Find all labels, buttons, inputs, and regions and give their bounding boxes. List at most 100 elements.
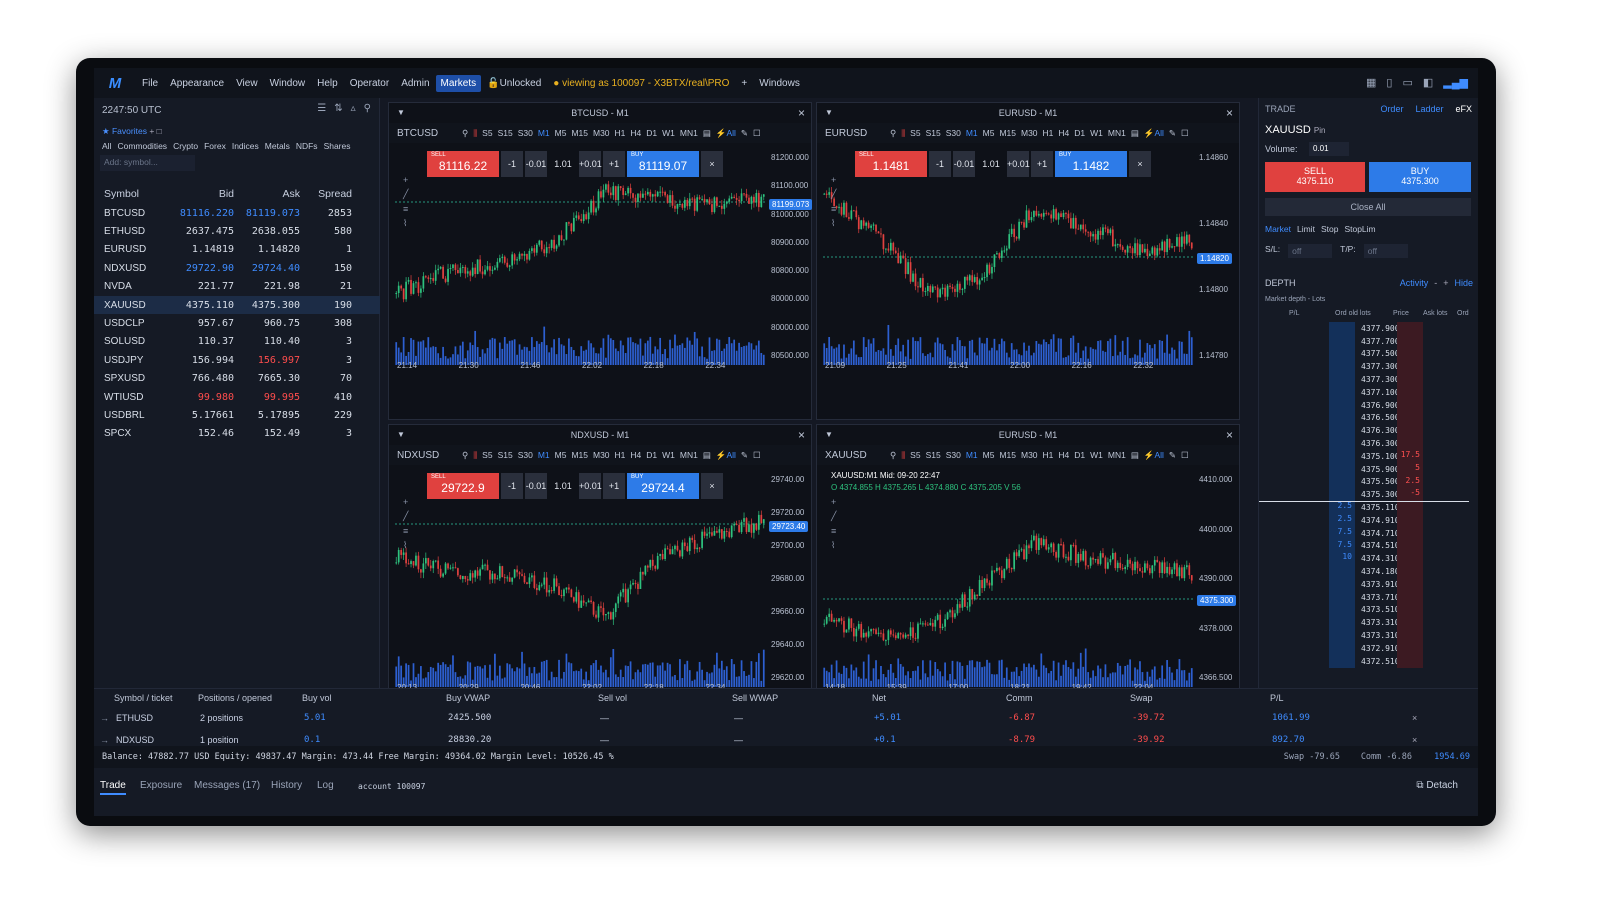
depth-row[interactable]: 4375.100 17.5 xyxy=(1259,449,1478,463)
positions-col-header[interactable]: Comm xyxy=(1006,693,1033,703)
all-toggle[interactable]: ⚡All xyxy=(1144,128,1164,139)
timeframe-h1[interactable]: H1 xyxy=(615,128,626,138)
depth-row[interactable]: 2.5 4375.110 xyxy=(1259,501,1478,514)
search-icon[interactable]: ⚲ xyxy=(462,128,468,139)
timeframe-d1[interactable]: D1 xyxy=(1074,128,1085,138)
menu-operator[interactable]: Operator xyxy=(344,78,395,89)
grid-layout-icon[interactable]: ▦ xyxy=(1366,76,1376,89)
depth-ask-cell[interactable] xyxy=(1397,654,1423,668)
depth-row[interactable]: 4372.910 xyxy=(1259,641,1478,655)
timeframe-s5[interactable]: S5 xyxy=(482,450,492,460)
fib-tool-icon[interactable]: ⌇ xyxy=(403,218,408,229)
timeframe-m30[interactable]: M30 xyxy=(593,450,610,460)
search-icon[interactable]: ⚲ xyxy=(364,103,371,114)
depth-ask-cell[interactable] xyxy=(1397,552,1423,566)
timeframe-h4[interactable]: H4 xyxy=(1058,128,1069,138)
depth-row[interactable]: 4376.900 xyxy=(1259,398,1478,412)
monitor-icon[interactable]: ▭ xyxy=(1402,76,1412,89)
positions-col-header[interactable]: Swap xyxy=(1130,693,1153,703)
cat-metals[interactable]: Metals xyxy=(265,141,290,151)
sort-icon[interactable]: ⇅ xyxy=(334,103,342,114)
timeframe-m1[interactable]: M1 xyxy=(538,450,550,460)
timeframe-h4[interactable]: H4 xyxy=(630,128,641,138)
watchlist-row[interactable]: USDJPY 156.994 156.997 3 xyxy=(94,351,380,369)
volume-input[interactable]: 0.01 xyxy=(1309,142,1349,156)
positions-col-header[interactable]: Buy vol xyxy=(302,693,332,703)
col-bid[interactable]: Bid xyxy=(166,188,234,200)
depth-row[interactable]: 7.5 4374.710 xyxy=(1259,526,1478,540)
watchlist-row[interactable]: EURUSD 1.14819 1.14820 1 xyxy=(94,241,380,259)
timeframe-m30[interactable]: M30 xyxy=(1021,128,1038,138)
watchlist-row[interactable]: XAUUSD 4375.110 4375.300 190 xyxy=(94,295,380,315)
position-symbol[interactable]: ETHUSD xyxy=(116,713,153,723)
calendar-icon[interactable]: ▤ xyxy=(703,450,711,461)
maximize-icon[interactable]: ☐ xyxy=(753,128,761,139)
depth-row[interactable]: 4376.300 xyxy=(1259,437,1478,450)
add-symbol-input[interactable]: Add: symbol... xyxy=(100,155,195,171)
depth-ask-cell[interactable]: 5 xyxy=(1397,462,1423,476)
tab-trade[interactable]: Trade xyxy=(100,780,126,795)
timeframe-s15[interactable]: S15 xyxy=(926,128,941,138)
depth-row[interactable]: 4376.300 xyxy=(1259,424,1478,438)
collapse-icon[interactable]: ▼ xyxy=(397,425,405,445)
timeframe-s30[interactable]: S30 xyxy=(946,450,961,460)
close-icon[interactable]: × xyxy=(1226,103,1233,123)
line-tool-icon[interactable]: ╱ xyxy=(831,189,836,200)
depth-ask-cell[interactable] xyxy=(1397,577,1423,591)
sl-input[interactable]: off xyxy=(1288,244,1333,258)
depth-bid-cell[interactable] xyxy=(1329,629,1355,642)
watchlist-row[interactable]: SOLUSD 110.37 110.40 3 xyxy=(94,333,380,351)
close-all-button[interactable]: Close All xyxy=(1265,198,1471,216)
hline-tool-icon[interactable]: ≡ xyxy=(403,204,408,214)
timeframe-m1[interactable]: M1 xyxy=(966,450,978,460)
depth-row[interactable]: 4377.300 xyxy=(1259,373,1478,386)
timeframe-w1[interactable]: W1 xyxy=(662,450,675,460)
menu-window[interactable]: Window xyxy=(264,78,312,89)
tab-exposure[interactable]: Exposure xyxy=(140,780,182,791)
window-icon[interactable]: □ xyxy=(157,126,162,136)
collapse-icon[interactable]: ▼ xyxy=(397,103,405,123)
tab-ladder[interactable]: Ladder xyxy=(1415,104,1443,114)
timeframe-s15[interactable]: S15 xyxy=(926,450,941,460)
depth-bid-cell[interactable]: 10 xyxy=(1329,552,1355,566)
positions-col-header[interactable]: Positions / opened xyxy=(198,693,272,703)
maximize-icon[interactable]: ☐ xyxy=(1181,128,1189,139)
favorites-tab[interactable]: ★ Favorites + □ xyxy=(102,126,162,137)
timeframe-d1[interactable]: D1 xyxy=(646,128,657,138)
timeframe-d1[interactable]: D1 xyxy=(646,450,657,460)
depth-row[interactable]: 4373.310 xyxy=(1259,616,1478,630)
maximize-icon[interactable]: ☐ xyxy=(1181,450,1189,461)
candlestick-chart[interactable] xyxy=(395,469,765,691)
depth-bid-cell[interactable]: 7.5 xyxy=(1329,539,1355,553)
search-icon[interactable]: ⚲ xyxy=(890,450,896,461)
depth-ask-cell[interactable] xyxy=(1397,424,1423,438)
timeframe-s30[interactable]: S30 xyxy=(518,450,533,460)
timeframe-mn1[interactable]: MN1 xyxy=(680,128,698,138)
timeframe-h1[interactable]: H1 xyxy=(1043,128,1054,138)
depth-row[interactable]: 4375.900 5 xyxy=(1259,462,1478,476)
menu-admin[interactable]: Admin xyxy=(395,78,435,89)
depth-row[interactable]: 4376.500 xyxy=(1259,411,1478,425)
timeframe-m5[interactable]: M5 xyxy=(555,128,567,138)
chart-symbol[interactable]: EURUSD xyxy=(825,128,885,139)
depth-row[interactable]: 4373.710 xyxy=(1259,590,1478,604)
depth-bid-cell[interactable] xyxy=(1329,654,1355,668)
buy-button[interactable]: BUY 4375.300 xyxy=(1369,162,1471,192)
depth-row[interactable]: 4374.180 xyxy=(1259,565,1478,578)
timeframe-s15[interactable]: S15 xyxy=(498,450,513,460)
timeframe-s5[interactable]: S5 xyxy=(910,128,920,138)
depth-plus[interactable]: + xyxy=(1443,278,1448,288)
depth-bid-cell[interactable] xyxy=(1329,590,1355,604)
depth-minus[interactable]: - xyxy=(1434,278,1437,288)
depth-ask-cell[interactable] xyxy=(1397,629,1423,642)
pin-icon[interactable]: ✎ xyxy=(1169,450,1176,461)
depth-bid-cell[interactable] xyxy=(1329,488,1355,502)
timeframe-s30[interactable]: S30 xyxy=(518,128,533,138)
unlocked-toggle[interactable]: 🔓Unlocked xyxy=(481,78,547,89)
calendar-icon[interactable]: ▤ xyxy=(1131,450,1139,461)
menu-help[interactable]: Help xyxy=(311,78,344,89)
candle-icon[interactable]: ⫼ xyxy=(901,128,905,139)
close-position-icon[interactable]: × xyxy=(1412,713,1417,723)
collapse-icon[interactable]: ▼ xyxy=(825,103,833,123)
tab-efx[interactable]: eFX xyxy=(1455,104,1472,114)
